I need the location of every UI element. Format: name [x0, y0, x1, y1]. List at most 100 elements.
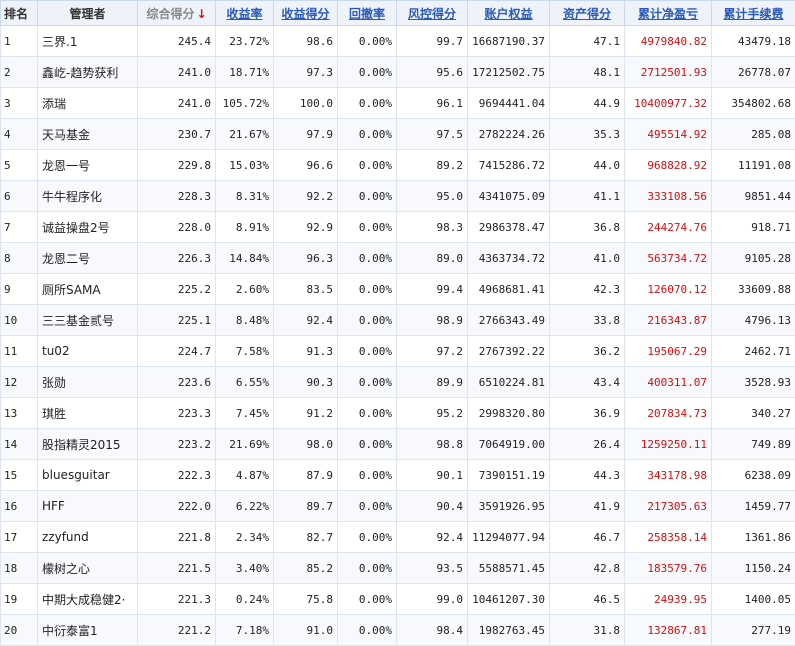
manager-name: 牛牛程序化: [38, 181, 138, 212]
asset-score-cell: 44.9: [550, 88, 625, 119]
account-equity-cell: 11294077.94: [468, 522, 550, 553]
rank-cell: 9: [1, 274, 38, 305]
risk-score-cell: 89.0: [397, 243, 468, 274]
cum-net-profit-cell: 244274.76: [625, 212, 712, 243]
rank-cell: 1: [1, 26, 38, 57]
cum-fees-cell: 1459.77: [712, 491, 795, 522]
header-risk-score[interactable]: 风控得分: [397, 1, 468, 26]
manager-name: 三界.1: [38, 26, 138, 57]
composite-score-cell: 224.7: [138, 336, 216, 367]
return-score-cell: 85.2: [274, 553, 338, 584]
header-account-equity[interactable]: 账户权益: [468, 1, 550, 26]
cum-net-profit-cell: 1259250.11: [625, 429, 712, 460]
cum-fees-cell: 277.19: [712, 615, 795, 646]
return-rate-cell: 21.69%: [216, 429, 274, 460]
risk-score-cell: 98.8: [397, 429, 468, 460]
drawdown-rate-cell: 0.00%: [338, 57, 397, 88]
cum-fees-cell: 285.08: [712, 119, 795, 150]
return-score-cell: 83.5: [274, 274, 338, 305]
return-rate-cell: 2.60%: [216, 274, 274, 305]
cum-fees-cell: 340.27: [712, 398, 795, 429]
rank-cell: 13: [1, 398, 38, 429]
account-equity-cell: 7390151.19: [468, 460, 550, 491]
rank-cell: 20: [1, 615, 38, 646]
account-equity-cell: 3591926.95: [468, 491, 550, 522]
asset-score-cell: 36.9: [550, 398, 625, 429]
return-rate-cell: 15.03%: [216, 150, 274, 181]
composite-score-cell: 241.0: [138, 57, 216, 88]
return-rate-cell: 6.22%: [216, 491, 274, 522]
cum-fees-cell: 9105.28: [712, 243, 795, 274]
account-equity-cell: 7064919.00: [468, 429, 550, 460]
return-score-cell: 97.3: [274, 57, 338, 88]
return-score-cell: 91.2: [274, 398, 338, 429]
account-equity-cell: 2782224.26: [468, 119, 550, 150]
manager-name: HFF: [38, 491, 138, 522]
return-score-cell: 87.9: [274, 460, 338, 491]
header-return-score[interactable]: 收益得分: [274, 1, 338, 26]
risk-score-cell: 98.4: [397, 615, 468, 646]
header-asset-score[interactable]: 资产得分: [550, 1, 625, 26]
risk-score-cell: 96.1: [397, 88, 468, 119]
manager-name: zzyfund: [38, 522, 138, 553]
risk-score-cell: 99.0: [397, 584, 468, 615]
asset-score-cell: 42.3: [550, 274, 625, 305]
cum-fees-cell: 749.89: [712, 429, 795, 460]
composite-score-cell: 241.0: [138, 88, 216, 119]
return-score-cell: 75.8: [274, 584, 338, 615]
return-rate-cell: 6.55%: [216, 367, 274, 398]
cum-fees-cell: 43479.18: [712, 26, 795, 57]
header-cum-fees[interactable]: 累计手续费: [712, 1, 795, 26]
cum-net-profit-cell: 183579.76: [625, 553, 712, 584]
manager-name: bluesguitar: [38, 460, 138, 491]
cum-fees-cell: 6238.09: [712, 460, 795, 491]
table-row: 6牛牛程序化228.38.31%92.20.00%95.04341075.094…: [1, 181, 795, 212]
composite-score-cell: 226.3: [138, 243, 216, 274]
return-rate-cell: 8.48%: [216, 305, 274, 336]
risk-score-cell: 90.1: [397, 460, 468, 491]
rank-cell: 5: [1, 150, 38, 181]
return-score-cell: 98.0: [274, 429, 338, 460]
cum-net-profit-cell: 495514.92: [625, 119, 712, 150]
asset-score-cell: 48.1: [550, 57, 625, 88]
drawdown-rate-cell: 0.00%: [338, 181, 397, 212]
manager-name: 中衍泰富1: [38, 615, 138, 646]
cum-fees-cell: 1150.24: [712, 553, 795, 584]
manager-name: 诚益操盘2号: [38, 212, 138, 243]
asset-score-cell: 31.8: [550, 615, 625, 646]
composite-score-cell: 221.3: [138, 584, 216, 615]
rank-cell: 17: [1, 522, 38, 553]
drawdown-rate-cell: 0.00%: [338, 367, 397, 398]
drawdown-rate-cell: 0.00%: [338, 553, 397, 584]
composite-score-cell: 225.1: [138, 305, 216, 336]
account-equity-cell: 4363734.72: [468, 243, 550, 274]
asset-score-cell: 42.8: [550, 553, 625, 584]
return-rate-cell: 8.91%: [216, 212, 274, 243]
header-row: 排名 管理者 综合得分↓ 收益率 收益得分 回撤率 风控得分 账户权益 资产得分…: [1, 1, 795, 26]
header-drawdown-rate[interactable]: 回撤率: [338, 1, 397, 26]
table-row: 7诚益操盘2号228.08.91%92.90.00%98.32986378.47…: [1, 212, 795, 243]
cum-net-profit-cell: 10400977.32: [625, 88, 712, 119]
return-score-cell: 92.2: [274, 181, 338, 212]
cum-net-profit-cell: 216343.87: [625, 305, 712, 336]
cum-net-profit-cell: 132867.81: [625, 615, 712, 646]
composite-score-cell: 228.0: [138, 212, 216, 243]
composite-score-cell: 245.4: [138, 26, 216, 57]
rank-cell: 14: [1, 429, 38, 460]
return-rate-cell: 8.31%: [216, 181, 274, 212]
header-cum-net-profit[interactable]: 累计净盈亏: [625, 1, 712, 26]
drawdown-rate-cell: 0.00%: [338, 429, 397, 460]
manager-name: 檬树之心: [38, 553, 138, 584]
return-score-cell: 91.3: [274, 336, 338, 367]
cum-fees-cell: 26778.07: [712, 57, 795, 88]
cum-fees-cell: 354802.68: [712, 88, 795, 119]
header-composite-score[interactable]: 综合得分↓: [138, 1, 216, 26]
cum-net-profit-cell: 4979840.82: [625, 26, 712, 57]
asset-score-cell: 44.0: [550, 150, 625, 181]
asset-score-cell: 36.2: [550, 336, 625, 367]
asset-score-cell: 41.0: [550, 243, 625, 274]
table-row: 8龙恩二号226.314.84%96.30.00%89.04363734.724…: [1, 243, 795, 274]
account-equity-cell: 16687190.37: [468, 26, 550, 57]
header-return-rate[interactable]: 收益率: [216, 1, 274, 26]
drawdown-rate-cell: 0.00%: [338, 491, 397, 522]
